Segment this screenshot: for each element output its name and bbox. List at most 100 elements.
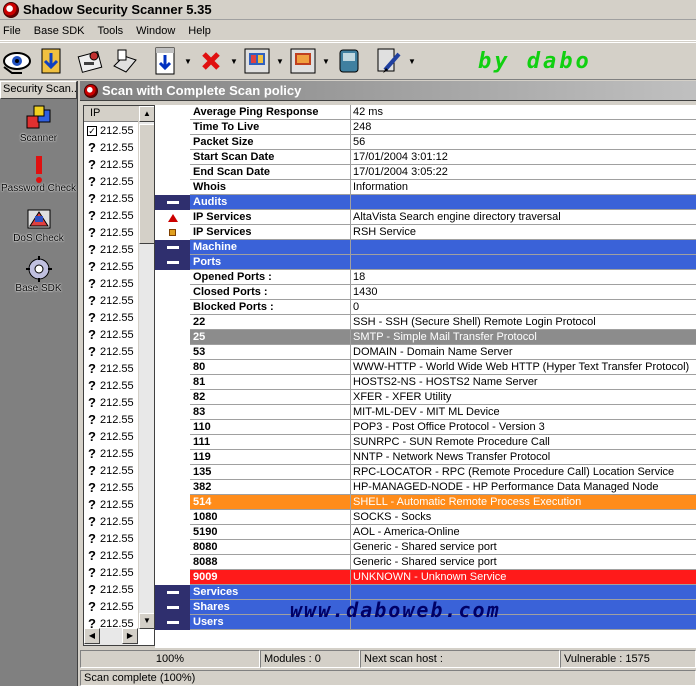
row-key: Blocked Ports :: [190, 300, 351, 314]
result-row[interactable]: 1080 SOCKS - Socks: [155, 510, 696, 525]
tools-button[interactable]: [372, 44, 406, 78]
row-indicator[interactable]: [155, 195, 190, 210]
device-button[interactable]: [108, 44, 142, 78]
menu-base-sdk[interactable]: Base SDK: [31, 25, 95, 37]
tools-dropdown[interactable]: ▼: [406, 44, 418, 78]
result-row[interactable]: Start Scan Date 17/01/2004 3:01:12: [155, 150, 696, 165]
row-value: Generic - Shared service port: [353, 556, 497, 568]
sdk-gear-icon: [25, 256, 52, 282]
row-indicator: [155, 210, 190, 225]
row-key: Services: [190, 585, 351, 599]
result-row[interactable]: 80 WWW-HTTP - World Wide Web HTTP (Hyper …: [155, 360, 696, 375]
result-row[interactable]: 8088 Generic - Shared service port: [155, 555, 696, 570]
result-row[interactable]: 83 MIT-ML-DEV - MIT ML Device: [155, 405, 696, 420]
result-row[interactable]: 22 SSH - SSH (Secure Shell) Remote Login …: [155, 315, 696, 330]
result-row[interactable]: IP Services AltaVista Search engine direc…: [155, 210, 696, 225]
result-row[interactable]: IP Services RSH Service: [155, 225, 696, 240]
result-row[interactable]: Time To Live 248: [155, 120, 696, 135]
save-dropdown[interactable]: ▼: [182, 44, 194, 78]
result-row[interactable]: Closed Ports :1430: [155, 285, 696, 300]
row-key: 514: [190, 495, 351, 509]
disk-button[interactable]: [332, 44, 366, 78]
row-indicator[interactable]: [155, 585, 190, 600]
report-dropdown[interactable]: ▼: [274, 44, 286, 78]
menu-window[interactable]: Window: [133, 25, 185, 37]
result-row[interactable]: 514 SHELL - Automatic Remote Process Exec…: [155, 495, 696, 510]
menu-help[interactable]: Help: [185, 25, 221, 37]
result-row[interactable]: 135 RPC-LOCATOR - RPC (Remote Procedure C…: [155, 465, 696, 480]
collapse-icon[interactable]: [166, 606, 179, 609]
result-row[interactable]: 25 SMTP - Simple Mail Transfer Protocol: [155, 330, 696, 345]
report2-button[interactable]: [286, 44, 320, 78]
result-row[interactable]: Packet Size 56: [155, 135, 696, 150]
result-row[interactable]: 82 XFER - XFER Utility: [155, 390, 696, 405]
collapse-icon[interactable]: [166, 261, 179, 264]
row-value: 1430: [353, 286, 378, 298]
row-value: 17/01/2004 3:05:22: [353, 166, 448, 178]
result-row[interactable]: End Scan Date 17/01/2004 3:05:22: [155, 165, 696, 180]
nav-dos-check[interactable]: DoS Check: [0, 205, 77, 249]
report-button[interactable]: [240, 44, 274, 78]
result-row[interactable]: 8080 Generic - Shared service port: [155, 540, 696, 555]
scroll-up-button[interactable]: ▲: [139, 106, 154, 122]
result-row[interactable]: 111 SUNRPC - SUN Remote Procedure Call: [155, 435, 696, 450]
row-key: Time To Live: [190, 120, 351, 134]
result-row[interactable]: 5190 AOL - America-Online: [155, 525, 696, 540]
result-row[interactable]: Opened Ports :18: [155, 270, 696, 285]
nav-base-sdk[interactable]: Base SDK: [0, 255, 77, 299]
row-indicator[interactable]: [155, 240, 190, 255]
download-icon: [41, 48, 61, 74]
collapse-icon[interactable]: [166, 591, 179, 594]
scan-window-icon[interactable]: [84, 83, 98, 98]
ip-list-vertical-scrollbar[interactable]: ▲ ▼: [138, 106, 154, 629]
ip-list-horizontal-scrollbar[interactable]: ◀ ▶: [84, 628, 138, 645]
scroll-right-button[interactable]: ▶: [122, 628, 138, 644]
scroll-left-button[interactable]: ◀: [84, 628, 100, 644]
collapse-icon[interactable]: [166, 621, 179, 624]
chevron-up-icon: ▲: [143, 109, 151, 118]
update-button[interactable]: [34, 44, 68, 78]
section-header-row[interactable]: Ports: [155, 255, 696, 270]
app-logo-icon[interactable]: [3, 1, 19, 18]
result-row[interactable]: Whois Information: [155, 180, 696, 195]
ip-address-text: 212.55: [100, 566, 134, 579]
new-scan-button[interactable]: [0, 44, 34, 78]
section-header-row[interactable]: Machine: [155, 240, 696, 255]
scroll-thumb[interactable]: [139, 124, 154, 244]
stop-dropdown[interactable]: ▼: [228, 44, 240, 78]
scroll-down-button[interactable]: ▼: [139, 613, 154, 629]
row-value: [351, 255, 696, 269]
row-indicator[interactable]: [155, 255, 190, 270]
section-header-row[interactable]: Audits: [155, 195, 696, 210]
report2-dropdown[interactable]: ▼: [320, 44, 332, 78]
ip-address-text: 212.55: [100, 413, 134, 426]
result-row[interactable]: 119 NNTP - Network News Transfer Protocol: [155, 450, 696, 465]
row-value: AltaVista Search engine directory traver…: [353, 211, 561, 223]
ip-address-text: 212.55: [100, 464, 134, 477]
result-row[interactable]: 53 DOMAIN - Domain Name Server: [155, 345, 696, 360]
result-row[interactable]: 9009 UNKNOWN - Unknown Service: [155, 570, 696, 585]
result-row[interactable]: 81 HOSTS2-NS - HOSTS2 Name Server: [155, 375, 696, 390]
ip-address-text: 212.55: [100, 141, 134, 154]
result-row[interactable]: Average Ping Response 42 ms: [155, 105, 696, 120]
row-indicator: [155, 120, 190, 135]
stop-button[interactable]: [194, 44, 228, 78]
ip-address-text: 212.55: [100, 600, 134, 613]
row-key: Closed Ports :: [190, 285, 351, 299]
nav-scanner[interactable]: Scanner: [0, 105, 77, 149]
collapse-icon[interactable]: [166, 201, 179, 204]
result-row[interactable]: Blocked Ports :0: [155, 300, 696, 315]
nav-password-check[interactable]: Password Check: [0, 155, 77, 199]
row-indicator[interactable]: [155, 615, 190, 630]
row-indicator: [155, 510, 190, 525]
question-mark-icon: ?: [88, 327, 96, 342]
menu-file[interactable]: File: [0, 25, 31, 37]
result-row[interactable]: 110 POP3 - Post Office Protocol - Version…: [155, 420, 696, 435]
collapse-icon[interactable]: [166, 246, 179, 249]
save-button[interactable]: [148, 44, 182, 78]
result-row[interactable]: 382 HP-MANAGED-NODE - HP Performance Data…: [155, 480, 696, 495]
nav-dos-label: DoS Check: [13, 233, 64, 244]
menu-tools[interactable]: Tools: [94, 25, 133, 37]
row-indicator[interactable]: [155, 600, 190, 615]
keys-button[interactable]: [74, 44, 108, 78]
